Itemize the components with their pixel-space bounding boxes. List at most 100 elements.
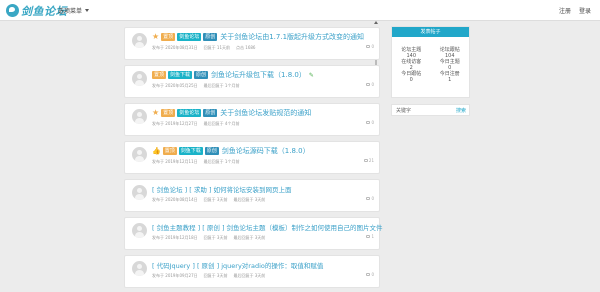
post-title-link[interactable]: [ 剑鱼主题教程 ] [ 原创 ] 剑鱼论坛主题（模板）制作之如何使用自己的图片… [152, 222, 383, 232]
post-item[interactable]: ★ 置顶 剑鱼论坛 原创 关于剑鱼论坛由1.7.1版起升级方式改变的通知 发布于… [124, 27, 380, 60]
post-item[interactable]: [ 代码Jquery ] [ 原创 ] jquery对radio的操作：取值和赋… [124, 255, 380, 288]
comment-icon [366, 83, 371, 86]
reply-count: 0 [366, 272, 374, 277]
post-title-link[interactable]: 剑鱼论坛源码下载（1.8.0） [222, 146, 310, 156]
star-icon: ★ [152, 108, 160, 117]
avatar [132, 223, 147, 238]
badge-category[interactable]: 剑鱼论坛 [177, 109, 202, 117]
reply-count: 21 [363, 158, 374, 163]
badge-original: 原创 [203, 109, 218, 117]
post-date: 发布于 2019年09月27日 [152, 273, 198, 278]
stat-topics: 论坛主题 140 [392, 47, 431, 59]
post-title-link[interactable]: [ 剑鱼论坛 ] [ 求助 ] 如何将论坛安装到网页上面 [152, 184, 292, 194]
reply-count-value: 0 [371, 44, 374, 49]
badge-pinned: 置顶 [161, 33, 176, 41]
post-item[interactable]: [ 剑鱼论坛 ] [ 求助 ] 如何将论坛安装到网页上面 发布于 2020年08… [124, 179, 380, 212]
post-reply-time: 回复于 3天前 [203, 273, 228, 278]
avatar [132, 261, 147, 276]
badge-category[interactable]: 剑鱼下载 [178, 147, 203, 155]
post-title-line: [ 代码Jquery ] [ 原创 ] jquery对radio的操作：取值和赋… [152, 260, 323, 270]
post-date: 发布于 2020年05月25日 [152, 83, 198, 88]
keyword-search-box: 关键字 搜索 [391, 104, 470, 116]
badge-category[interactable]: 剑鱼下载 [168, 71, 193, 79]
post-date: 发布于 2019年12月18日 [152, 235, 198, 240]
post-title-line: ★ 置顶 剑鱼论坛 原创 关于剑鱼论坛发贴规范的通知 [152, 108, 311, 118]
reply-count-value: 0 [371, 196, 374, 201]
post-meta: 发布于 2020年08月14日 回复于 3天前 最后回复于 3天前 [152, 197, 265, 203]
post-title-link[interactable]: [ 代码Jquery ] [ 原创 ] jquery对radio的操作：取值和赋… [152, 260, 323, 270]
comment-icon [366, 197, 371, 200]
reply-count: 1 [366, 234, 374, 239]
thumbs-up-icon: 👍 [152, 147, 161, 155]
post-date: 发布于 2020年08月14日 [152, 197, 198, 202]
reply-count-value: 0 [371, 82, 374, 87]
stat-replies: 论坛跟帖 104 [431, 47, 470, 59]
post-title-link[interactable]: 关于剑鱼论坛发贴规范的通知 [220, 108, 311, 118]
reply-count-value: 0 [371, 272, 374, 277]
post-meta: 发布于 2019年12月27日 最后回复于 4个月前 [152, 121, 239, 127]
post-reply-time: 回复于 3天前 [203, 197, 228, 202]
avatar [132, 71, 147, 86]
reply-count-value: 0 [371, 120, 374, 125]
reply-count-value: 1 [371, 234, 374, 239]
comment-icon [366, 235, 371, 238]
post-item[interactable]: ★ 置顶 剑鱼论坛 原创 关于剑鱼论坛发贴规范的通知 发布于 2019年12月2… [124, 103, 380, 136]
post-title-line: 👍 置顶 剑鱼下载 原创 剑鱼论坛源码下载（1.8.0） [152, 146, 310, 156]
avatar [132, 185, 147, 200]
post-item[interactable]: 置顶 剑鱼下载 原创 剑鱼论坛升级包下载（1.8.0） ✎ 发布于 2020年0… [124, 65, 380, 98]
auth-links: 注册 登录 [559, 6, 591, 15]
comment-icon [366, 121, 371, 124]
scroll-up-arrow-icon[interactable] [373, 20, 379, 25]
post-meta: 发布于 2020年08月31日 回复于 11天前 点击 1686 [152, 45, 255, 51]
post-last-reply: 最后回复于 3天前 [233, 235, 266, 240]
post-meta: 发布于 2019年12月18日 回复于 3天前 最后回复于 3天前 [152, 235, 265, 241]
attachment-icon: ✎ [308, 71, 314, 79]
options-menu-label: 选项菜单 [58, 8, 83, 15]
stat-value: 1 [448, 77, 452, 83]
post-meta: 发布于 2019年12月11日 最后回复于 1个月前 [152, 159, 239, 165]
post-last-reply: 最后回复于 3天前 [233, 273, 266, 278]
badge-original: 原创 [204, 147, 219, 155]
post-item[interactable]: [ 剑鱼主题教程 ] [ 原创 ] 剑鱼论坛主题（模板）制作之如何使用自己的图片… [124, 217, 383, 250]
avatar [132, 147, 147, 162]
stat-today-topics: 今日主题 0 [431, 59, 470, 71]
post-date: 发布于 2020年08月31日 [152, 45, 198, 50]
register-link[interactable]: 注册 [559, 6, 571, 15]
post-last-reply: 最后回复于 4个月前 [203, 121, 240, 126]
comment-icon [363, 159, 368, 162]
login-link[interactable]: 登录 [579, 6, 591, 15]
reply-count: 0 [366, 82, 374, 87]
forum-stats-grid: 论坛主题 140 论坛跟帖 104 在线访客 2 今日主题 0 今日跟帖 0 今日注册 1 [392, 47, 469, 83]
options-menu-dropdown[interactable]: 选项菜单 [58, 6, 90, 15]
fish-logo-icon [6, 4, 19, 17]
post-title-line: [ 剑鱼论坛 ] [ 求助 ] 如何将论坛安装到网页上面 [152, 184, 292, 194]
post-title-link[interactable]: 剑鱼论坛升级包下载（1.8.0） [211, 70, 306, 80]
post-title-line: ★ 置顶 剑鱼论坛 原创 关于剑鱼论坛由1.7.1版起升级方式改变的通知 [152, 32, 364, 42]
post-meta: 发布于 2020年05月25日 最后回复于 1个月前 [152, 83, 239, 89]
post-reply-time: 回复于 3天前 [203, 235, 228, 240]
new-post-button[interactable]: 发表帖子 [392, 27, 469, 37]
stat-today-replies: 今日跟帖 0 [392, 71, 431, 83]
post-title-link[interactable]: 关于剑鱼论坛由1.7.1版起升级方式改变的通知 [220, 32, 364, 42]
post-last-reply: 最后回复于 1个月前 [203, 83, 240, 88]
search-button[interactable]: 搜索 [456, 107, 466, 114]
chevron-down-icon [85, 9, 90, 12]
post-views: 点击 1686 [236, 45, 256, 50]
post-date: 发布于 2019年12月11日 [152, 159, 198, 164]
reply-count: 0 [366, 196, 374, 201]
badge-pinned: 置顶 [161, 109, 176, 117]
post-title-line: 置顶 剑鱼下载 原创 剑鱼论坛升级包下载（1.8.0） ✎ [152, 70, 314, 80]
avatar [132, 33, 147, 48]
post-last-reply: 最后回复于 3天前 [233, 197, 266, 202]
badge-category[interactable]: 剑鱼论坛 [177, 33, 202, 41]
badge-pinned: 置顶 [152, 71, 167, 79]
post-item[interactable]: 👍 置顶 剑鱼下载 原创 剑鱼论坛源码下载（1.8.0） 发布于 2019年12… [124, 141, 380, 174]
post-title-line: [ 剑鱼主题教程 ] [ 原创 ] 剑鱼论坛主题（模板）制作之如何使用自己的图片… [152, 222, 383, 232]
comment-icon [366, 273, 371, 276]
badge-original: 原创 [203, 33, 218, 41]
badge-original: 原创 [194, 71, 209, 79]
keyword-search-input[interactable]: 关键字 [396, 107, 411, 114]
badge-pinned: 置顶 [162, 147, 177, 155]
post-reply-time: 回复于 11天前 [203, 45, 231, 50]
reply-count-value: 21 [368, 158, 374, 163]
